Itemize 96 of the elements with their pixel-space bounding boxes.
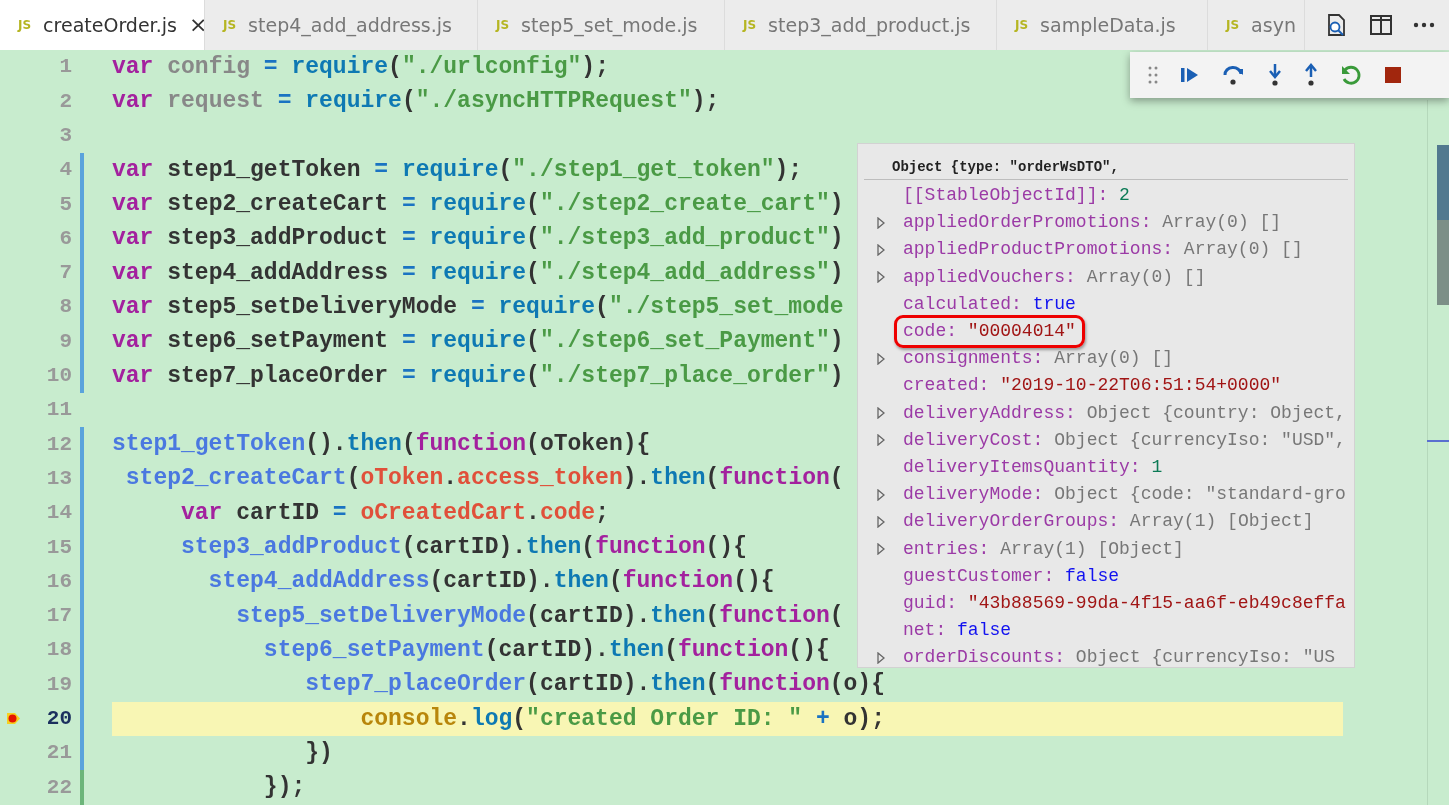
tab-label: sampleData.js — [1040, 14, 1176, 36]
line-number: 6 — [58, 225, 72, 252]
line-number: 14 — [45, 500, 72, 527]
code-line: step5_setDeliveryMode(cartID).then(function( — [235, 601, 844, 631]
line-number: 5 — [58, 191, 72, 218]
step-over-icon[interactable] — [1222, 64, 1246, 86]
hover-title: Object {type: "orderWsDTO", — [864, 144, 1348, 180]
code-line: var step6_setPayment = require("./step6_set_Payment") — [112, 327, 844, 357]
property-entry: deliveryMode: Object {code: "standard-gro — [903, 483, 1346, 507]
property-entry: deliveryAddress: Object {country: Object, — [903, 401, 1346, 425]
code-line: step2_createCart(oToken.access_token).then(function( — [124, 464, 844, 494]
js-file-icon: JS — [1015, 18, 1029, 32]
property-entry: orderDiscounts: Object {currencyIso: "US — [903, 646, 1336, 670]
scrollbar[interactable] — [1427, 100, 1449, 805]
property-entry: guid: "43b88569-99da-4f15-aa6f-eb49c8effa — [903, 591, 1346, 615]
js-file-icon: JS — [1226, 18, 1240, 32]
tab-label: asyn — [1251, 14, 1296, 36]
continue-icon[interactable] — [1180, 66, 1200, 84]
line-number: 11 — [45, 397, 72, 424]
close-button[interactable]: × — [188, 14, 204, 36]
code-line: var cartID = oCreatedCart.code; — [180, 498, 609, 528]
code-line: step1_getToken().then(function(oToken){ — [112, 430, 651, 460]
property-entry: deliveryCost: Object {currencyIso: "USD", — [903, 428, 1346, 452]
code-line: step3_addProduct(cartID).then(function(){ — [180, 533, 747, 563]
property-entry: guestCustomer: false — [903, 564, 1120, 588]
step-into-icon[interactable] — [1268, 63, 1282, 87]
tab-label: step3_add_product.js — [768, 14, 971, 36]
expand-arrow-icon[interactable] — [876, 543, 885, 556]
property-entry: appliedProductPromotions: Array(0) [] — [903, 238, 1303, 262]
line-number: 13 — [45, 465, 72, 492]
line-number: 7 — [58, 260, 72, 287]
line-number: 3 — [58, 123, 72, 149]
expand-arrow-icon[interactable] — [876, 434, 885, 447]
line-number: 4 — [58, 157, 72, 184]
code-line: step4_addAddress(cartID).then(function(){ — [207, 567, 775, 597]
expand-arrow-icon[interactable] — [876, 271, 885, 284]
line-number: 15 — [45, 534, 72, 561]
code-line: var step2_createCart = require("./step2_create_cart") — [112, 190, 844, 220]
js-file-icon: JS — [223, 18, 237, 32]
more-icon[interactable] — [1413, 22, 1435, 28]
expand-arrow-icon[interactable] — [876, 352, 885, 365]
js-file-icon: JS — [18, 18, 32, 32]
line-number: 18 — [45, 637, 72, 664]
code-line: step7_placeOrder(cartID).then(function(o){ — [304, 670, 885, 700]
property-entry: [[StableObjectId]]: 2 — [903, 184, 1130, 208]
line-number: 21 — [45, 740, 72, 767]
property-entry: entries: Array(1) [Object] — [903, 537, 1184, 561]
line-number: 10 — [45, 363, 72, 390]
expand-arrow-icon[interactable] — [876, 651, 885, 664]
line-number: 2 — [58, 88, 72, 115]
breakpoint-icon[interactable] — [6, 711, 21, 727]
stop-icon[interactable] — [1384, 66, 1402, 84]
line-number: 16 — [45, 568, 72, 595]
line-number: 9 — [58, 328, 72, 355]
line-number: 20 — [45, 706, 72, 733]
code-line: var step3_addProduct = require("./step3_add_product") — [112, 224, 844, 254]
property-entry: deliveryItemsQuantity: 1 — [903, 455, 1163, 479]
expand-arrow-icon[interactable] — [876, 515, 885, 528]
line-number: 19 — [45, 671, 72, 698]
code-line: var step7_placeOrder = require("./step7_place_order") — [112, 361, 844, 391]
property-entry: appliedOrderPromotions: Array(0) [] — [903, 211, 1282, 235]
code-line: }); — [262, 773, 306, 803]
code-line: var step1_getToken = require("./step1_get_token"); — [112, 155, 803, 185]
expand-arrow-icon[interactable] — [876, 488, 885, 501]
property-entry: consignments: Array(0) [] — [903, 347, 1174, 371]
editor-tab[interactable]: JS createOrder.js × — [0, 0, 205, 50]
split-editor-icon[interactable] — [1369, 14, 1393, 36]
drag-handle-icon[interactable] — [1148, 66, 1158, 84]
line-number: 22 — [45, 774, 72, 801]
js-file-icon: JS — [743, 18, 757, 32]
js-file-icon: JS — [496, 18, 510, 32]
property-entry: deliveryOrderGroups: Array(1) [Object] — [903, 510, 1314, 534]
tab-label: step5_set_mode.js — [521, 14, 698, 36]
expand-arrow-icon[interactable] — [876, 216, 885, 229]
step-out-icon[interactable] — [1304, 63, 1318, 87]
code-line: var request = require("./asyncHTTPRequest"); — [112, 87, 720, 117]
line-number: 8 — [58, 294, 72, 321]
property-entry: code: "00004014" — [894, 315, 1085, 349]
property-entry: net: false — [903, 619, 1012, 643]
property-entry: appliedVouchers: Array(0) [] — [903, 265, 1206, 289]
expand-arrow-icon[interactable] — [876, 407, 885, 420]
code-line: var config = require("./urlconfig"); — [112, 52, 609, 82]
code-line: console.log("created Order ID: " + o); — [359, 704, 885, 734]
line-number: 17 — [45, 603, 72, 630]
code-line: var step5_setDeliveryMode = require("./step5_set_mode — [112, 293, 844, 322]
property-entry: calculated: true — [903, 292, 1076, 316]
tab-label: createOrder.js — [43, 14, 177, 36]
tab-label: step4_add_address.js — [248, 14, 452, 36]
expand-arrow-icon[interactable] — [876, 243, 885, 256]
code-line: step6_setPayment(cartID).then(function(){ — [262, 635, 830, 665]
line-number: 1 — [58, 54, 72, 81]
code-line: var step4_addAddress = require("./step4_add_address") — [112, 258, 844, 288]
code-line: }) — [304, 738, 333, 768]
property-entry: created: "2019-10-22T06:51:54+0000" — [903, 374, 1282, 398]
restart-icon[interactable] — [1340, 64, 1362, 86]
line-number: 12 — [45, 431, 72, 458]
